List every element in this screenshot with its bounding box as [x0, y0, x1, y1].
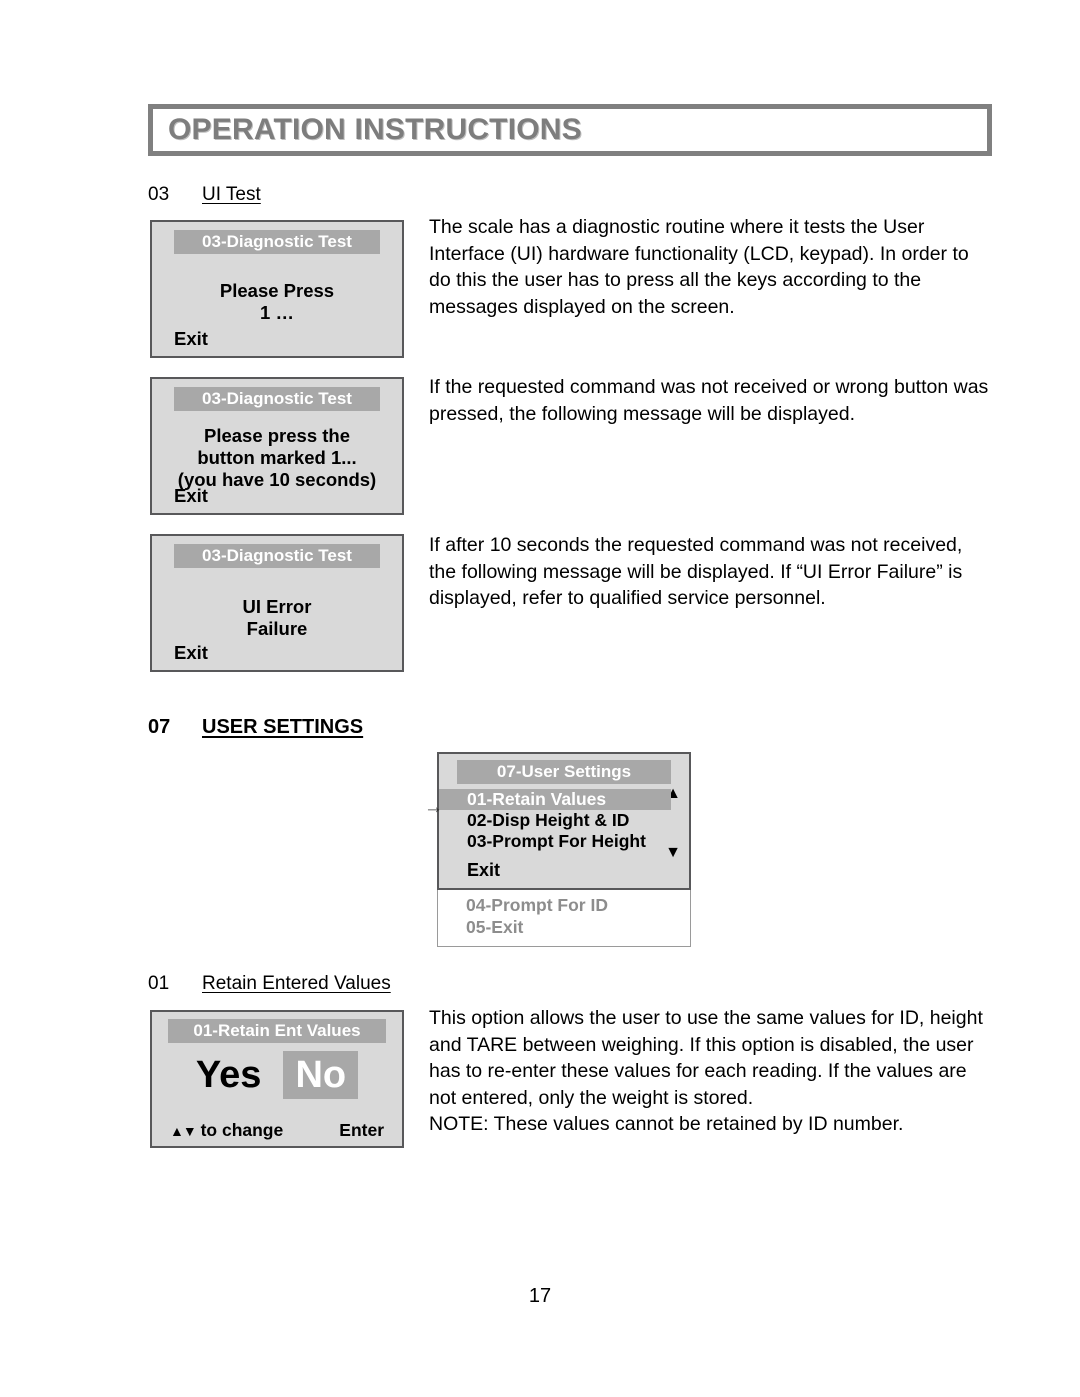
change-hint-text: to change [195, 1120, 284, 1140]
paragraph-wrong-button: If the requested command was not receive… [429, 376, 989, 425]
lcd-line-please-press: Please Press [219, 280, 335, 301]
lcd-body-timed-prompt: Please press the button marked 1... (you… [152, 425, 402, 491]
yesno-option-row: Yes No [152, 1051, 402, 1099]
lcd-title-retain-ent-values: 01-Retain Ent Values [168, 1019, 386, 1043]
page-number: 17 [528, 1285, 552, 1307]
lcd-panel-user-settings-menu: 07-User Settings ▲ ▼ 01-Retain Values 02… [437, 752, 691, 948]
section-label-user-settings: USER SETTINGS [202, 716, 364, 738]
up-down-arrows-icon: ▲▼ [170, 1123, 197, 1139]
lcd-title-user-settings: 07-User Settings [457, 760, 671, 784]
lcd-body-press-key: Please Press 1 … [152, 280, 402, 324]
section-number-user-settings: 07 [148, 716, 171, 738]
lcd-title-ui-error: 03-Diagnostic Test [174, 544, 380, 568]
option-yes[interactable]: Yes [196, 1053, 262, 1097]
lcd-line-key-number: 1 … [260, 302, 294, 323]
menu-item-prompt-for-height[interactable]: 03-Prompt For Height [439, 831, 689, 852]
page-title: OPERATION INSTRUCTIONS [168, 113, 582, 146]
lcd-screen-user-settings: 07-User Settings ▲ ▼ 01-Retain Values 02… [437, 752, 691, 890]
lcd-panel-retain-ent-values: 01-Retain Ent Values Yes No ▲▼ to change… [150, 1010, 404, 1148]
section-label-retain-entered-values: Retain Entered Values [202, 973, 391, 994]
paragraph-timeout: If after 10 seconds the requested comman… [429, 534, 963, 609]
section-heading-retain-entered-values: 01 Retain Entered Values [148, 973, 391, 995]
change-hint: ▲▼ to change [170, 1120, 283, 1141]
lcd-line-button-marked: button marked 1... [197, 447, 357, 468]
yesno-footer: ▲▼ to change Enter [152, 1120, 402, 1141]
lcd-line-please-press-the: Please press the [203, 425, 351, 446]
lcd-body-ui-error: UI Error Failure [152, 596, 402, 640]
menu-item-disp-height-id[interactable]: 02-Disp Height & ID [439, 810, 689, 831]
lcd-exit-label-timed-prompt[interactable]: Exit [174, 485, 208, 507]
menu-item-exit[interactable]: Exit [439, 860, 689, 881]
menu-list: 01-Retain Values 02-Disp Height & ID 03-… [439, 789, 689, 881]
section-heading-user-settings: 07 USER SETTINGS [148, 716, 363, 739]
page-header-inner: OPERATION INSTRUCTIONS [153, 109, 987, 151]
lcd-title-press-key: 03-Diagnostic Test [174, 230, 380, 254]
page-header-banner: OPERATION INSTRUCTIONS [148, 104, 992, 156]
lcd-exit-label-ui-error[interactable]: Exit [174, 642, 208, 664]
lcd-panel-ui-error: 03-Diagnostic Test UI Error Failure Exit [150, 534, 404, 672]
section-number-ui-test: 03 [148, 184, 170, 205]
lcd-panel-timed-prompt: 03-Diagnostic Test Please press the butt… [150, 377, 404, 515]
section-number-retain-entered-values: 01 [148, 973, 170, 994]
lcd-panel-press-key: 03-Diagnostic Test Please Press 1 … Exit [150, 220, 404, 358]
lcd-title-timed-prompt: 03-Diagnostic Test [174, 387, 380, 411]
menu-item-prompt-for-id[interactable]: 04-Prompt For ID [438, 890, 690, 916]
lcd-line-ui-error: UI Error [242, 596, 312, 617]
lcd-exit-label-press-key[interactable]: Exit [174, 328, 208, 350]
option-no[interactable]: No [283, 1051, 359, 1099]
menu-item-05-exit[interactable]: 05-Exit [438, 916, 690, 938]
section-heading-ui-test: 03 UI Test [148, 184, 261, 206]
section-label-ui-test: UI Test [202, 184, 261, 205]
menu-cursor-arrow-icon: → [424, 797, 443, 818]
menu-item-retain-values[interactable]: 01-Retain Values [439, 789, 671, 810]
menu-overflow-list: 04-Prompt For ID 05-Exit [437, 890, 691, 947]
paragraph-diagnostic-intro: The scale has a diagnostic routine where… [429, 216, 969, 318]
lcd-line-failure: Failure [246, 618, 308, 639]
enter-label[interactable]: Enter [339, 1120, 384, 1141]
paragraph-retain-values: This option allows the user to use the s… [429, 1007, 983, 1135]
